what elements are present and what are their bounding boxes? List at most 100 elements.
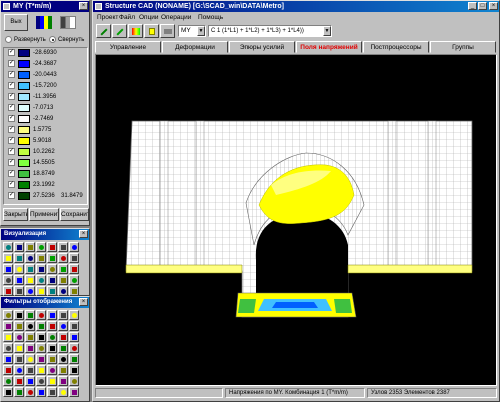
display-filter-tool-icon[interactable]: [69, 387, 79, 397]
display-filter-tool-icon[interactable]: [14, 387, 24, 397]
display-filter-tool-icon[interactable]: [58, 343, 68, 353]
legend-row-swatch[interactable]: [18, 170, 30, 178]
legend-row-checkbox[interactable]: ✓: [8, 60, 15, 67]
visualization-tool-icon[interactable]: [69, 253, 79, 263]
display-filter-tool-icon[interactable]: [69, 310, 79, 320]
visualization-tool-icon[interactable]: [36, 242, 46, 252]
display-filters-titlebar[interactable]: Фильтры отображения: [1, 297, 89, 308]
display-filter-tool-icon[interactable]: [36, 321, 46, 331]
display-filter-tool-icon[interactable]: [36, 343, 46, 353]
palette-gray-icon[interactable]: [60, 16, 76, 29]
display-filter-tool-icon[interactable]: [69, 321, 79, 331]
visualization-tool-icon[interactable]: [69, 264, 79, 274]
edit-pencil-icon[interactable]: [112, 24, 127, 38]
legend-row-checkbox[interactable]: ✓: [8, 82, 15, 89]
display-filter-tool-icon[interactable]: [14, 343, 24, 353]
visualization-tool-icon[interactable]: [47, 242, 57, 252]
display-filter-tool-icon[interactable]: [47, 376, 57, 386]
display-filter-tool-icon[interactable]: [58, 332, 68, 342]
display-filter-tool-icon[interactable]: [58, 321, 68, 331]
legend-row-checkbox[interactable]: ✓: [8, 137, 15, 144]
display-filter-tool-icon[interactable]: [3, 365, 13, 375]
legend-row-checkbox[interactable]: ✓: [8, 71, 15, 78]
legend-row-checkbox[interactable]: ✓: [8, 159, 15, 166]
visualization-tool-icon[interactable]: [3, 286, 13, 296]
results-icon[interactable]: [128, 24, 143, 38]
display-filter-tool-icon[interactable]: [14, 321, 24, 331]
display-filter-tool-icon[interactable]: [25, 387, 35, 397]
tab-deformations[interactable]: Деформации: [162, 41, 228, 53]
visualization-tool-icon[interactable]: [3, 253, 13, 263]
display-filter-tool-icon[interactable]: [14, 376, 24, 386]
display-filter-tool-icon[interactable]: [3, 387, 13, 397]
legend-row-checkbox[interactable]: ✓: [8, 115, 15, 122]
display-filter-tool-icon[interactable]: [47, 321, 57, 331]
visualization-tool-icon[interactable]: [14, 275, 24, 285]
visualization-tool-icon[interactable]: [25, 264, 35, 274]
legend-row-checkbox[interactable]: ✓: [8, 192, 15, 199]
visualization-tool-icon[interactable]: [14, 242, 24, 252]
apply-button[interactable]: Применить: [29, 208, 59, 221]
close-icon[interactable]: ×: [489, 2, 498, 10]
visualization-tool-icon[interactable]: [58, 264, 68, 274]
visualization-tool-icon[interactable]: [3, 264, 13, 274]
visualization-tool-icon[interactable]: [36, 264, 46, 274]
display-filter-tool-icon[interactable]: [47, 332, 57, 342]
tab-postprocessors[interactable]: Постпроцессоры: [363, 41, 429, 53]
display-filter-tool-icon[interactable]: [25, 321, 35, 331]
palette-bars-icon[interactable]: [36, 16, 52, 29]
tab-stress-fields[interactable]: Поля напряжений: [296, 41, 362, 53]
display-filter-tool-icon[interactable]: [3, 354, 13, 364]
visualization-tool-icon[interactable]: [14, 264, 24, 274]
display-filter-tool-icon[interactable]: [25, 354, 35, 364]
close-icon[interactable]: ×: [79, 2, 88, 10]
visualization-tool-icon[interactable]: [14, 253, 24, 263]
radio-collapse[interactable]: [49, 36, 56, 43]
visualization-tool-icon[interactable]: [3, 275, 13, 285]
chevron-down-icon[interactable]: ▼: [197, 26, 205, 36]
legend-row-swatch[interactable]: [18, 137, 30, 145]
menu-project[interactable]: Проект: [97, 13, 118, 23]
legend-row-swatch[interactable]: [18, 82, 30, 90]
display-filter-tool-icon[interactable]: [58, 354, 68, 364]
visualization-tool-icon[interactable]: [47, 264, 57, 274]
legend-window-titlebar[interactable]: MY (T*m/m): [1, 1, 89, 12]
display-filter-tool-icon[interactable]: [47, 310, 57, 320]
tab-force-diagrams[interactable]: Эпюры усилий: [229, 41, 295, 53]
legend-row-swatch[interactable]: [18, 49, 30, 57]
visualization-tool-icon[interactable]: [36, 286, 46, 296]
visualization-tool-icon[interactable]: [58, 242, 68, 252]
visualization-tool-icon[interactable]: [3, 242, 13, 252]
menu-operations[interactable]: Операции: [161, 13, 191, 23]
display-filter-tool-icon[interactable]: [3, 321, 13, 331]
display-filter-tool-icon[interactable]: [14, 332, 24, 342]
legend-row-checkbox[interactable]: ✓: [8, 49, 15, 56]
display-filter-tool-icon[interactable]: [25, 376, 35, 386]
factor-select[interactable]: MY ▼: [178, 25, 206, 37]
visualization-tool-icon[interactable]: [58, 286, 68, 296]
display-filter-tool-icon[interactable]: [58, 310, 68, 320]
visualization-tool-icon[interactable]: [69, 242, 79, 252]
legend-row-swatch[interactable]: [18, 60, 30, 68]
display-filter-tool-icon[interactable]: [69, 365, 79, 375]
display-filter-tool-icon[interactable]: [14, 365, 24, 375]
visualization-tool-icon[interactable]: [58, 275, 68, 285]
display-filter-tool-icon[interactable]: [14, 310, 24, 320]
visualization-tool-icon[interactable]: [47, 275, 57, 285]
visualization-tool-icon[interactable]: [69, 275, 79, 285]
combination-select[interactable]: С 1 (1*L1) + 1*L2) + 1*L3) + 1*L4)) ▼: [208, 25, 332, 37]
close-button[interactable]: Закрыть: [3, 208, 28, 221]
visualization-tool-icon[interactable]: [36, 275, 46, 285]
display-filter-tool-icon[interactable]: [47, 387, 57, 397]
display-filter-tool-icon[interactable]: [3, 310, 13, 320]
minimize-icon[interactable]: _: [468, 2, 477, 10]
display-filter-tool-icon[interactable]: [25, 310, 35, 320]
visualization-tool-icon[interactable]: [36, 253, 46, 263]
display-filter-tool-icon[interactable]: [69, 332, 79, 342]
legend-toggle-button[interactable]: Вых: [4, 14, 28, 31]
save-button[interactable]: Сохранить: [60, 208, 89, 221]
display-filter-tool-icon[interactable]: [3, 343, 13, 353]
visualization-tool-icon[interactable]: [25, 242, 35, 252]
display-filter-tool-icon[interactable]: [3, 332, 13, 342]
display-filter-tool-icon[interactable]: [25, 332, 35, 342]
